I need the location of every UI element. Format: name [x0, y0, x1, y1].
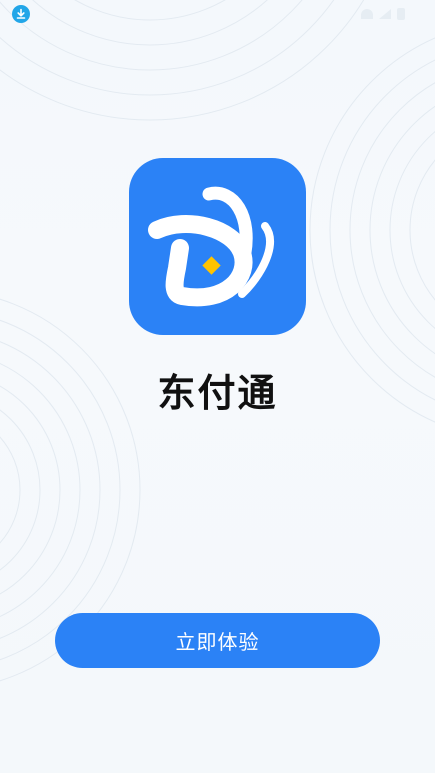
- status-bar: [0, 0, 435, 28]
- try-now-button[interactable]: 立即体验: [55, 613, 380, 668]
- dongfutong-logo-icon: [148, 186, 274, 307]
- app-logo: [129, 158, 306, 335]
- signal-icon: [379, 9, 391, 19]
- download-icon[interactable]: [12, 5, 30, 23]
- status-bar-left: [6, 5, 30, 23]
- app-name: 东付通: [157, 371, 278, 415]
- wifi-icon: [361, 9, 373, 19]
- battery-icon: [397, 8, 405, 20]
- status-bar-right: [361, 8, 405, 20]
